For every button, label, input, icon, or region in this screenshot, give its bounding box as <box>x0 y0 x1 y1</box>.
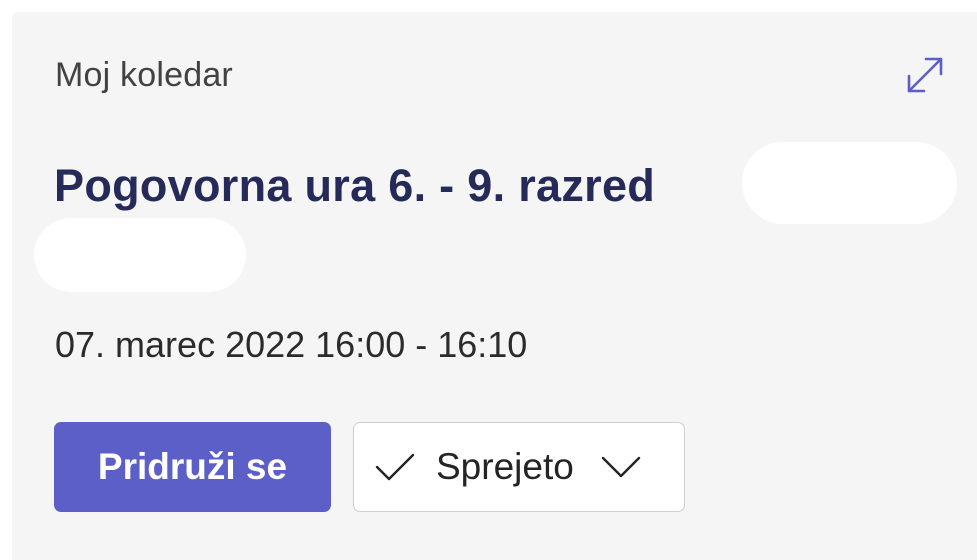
redacted-area <box>742 142 957 224</box>
rsvp-status-label: Sprejeto <box>436 446 574 487</box>
meeting-title: Pogovorna ura 6. - 9. razred <box>54 160 656 211</box>
expand-button[interactable] <box>900 50 950 100</box>
expand-arrows-icon <box>907 57 943 93</box>
calendar-card: Moj koledar Pogovorna ura 6. - 9. razred… <box>12 12 977 560</box>
meeting-datetime: 07. marec 2022 16:00 - 16:10 <box>55 324 528 365</box>
rsvp-dropdown-button[interactable]: Sprejeto <box>353 422 685 512</box>
redacted-area <box>34 218 246 292</box>
chevron-down-icon <box>600 452 644 482</box>
join-button[interactable]: Pridruži se <box>54 422 331 512</box>
checkmark-icon <box>374 449 418 485</box>
calendar-label: Moj koledar <box>55 56 233 94</box>
